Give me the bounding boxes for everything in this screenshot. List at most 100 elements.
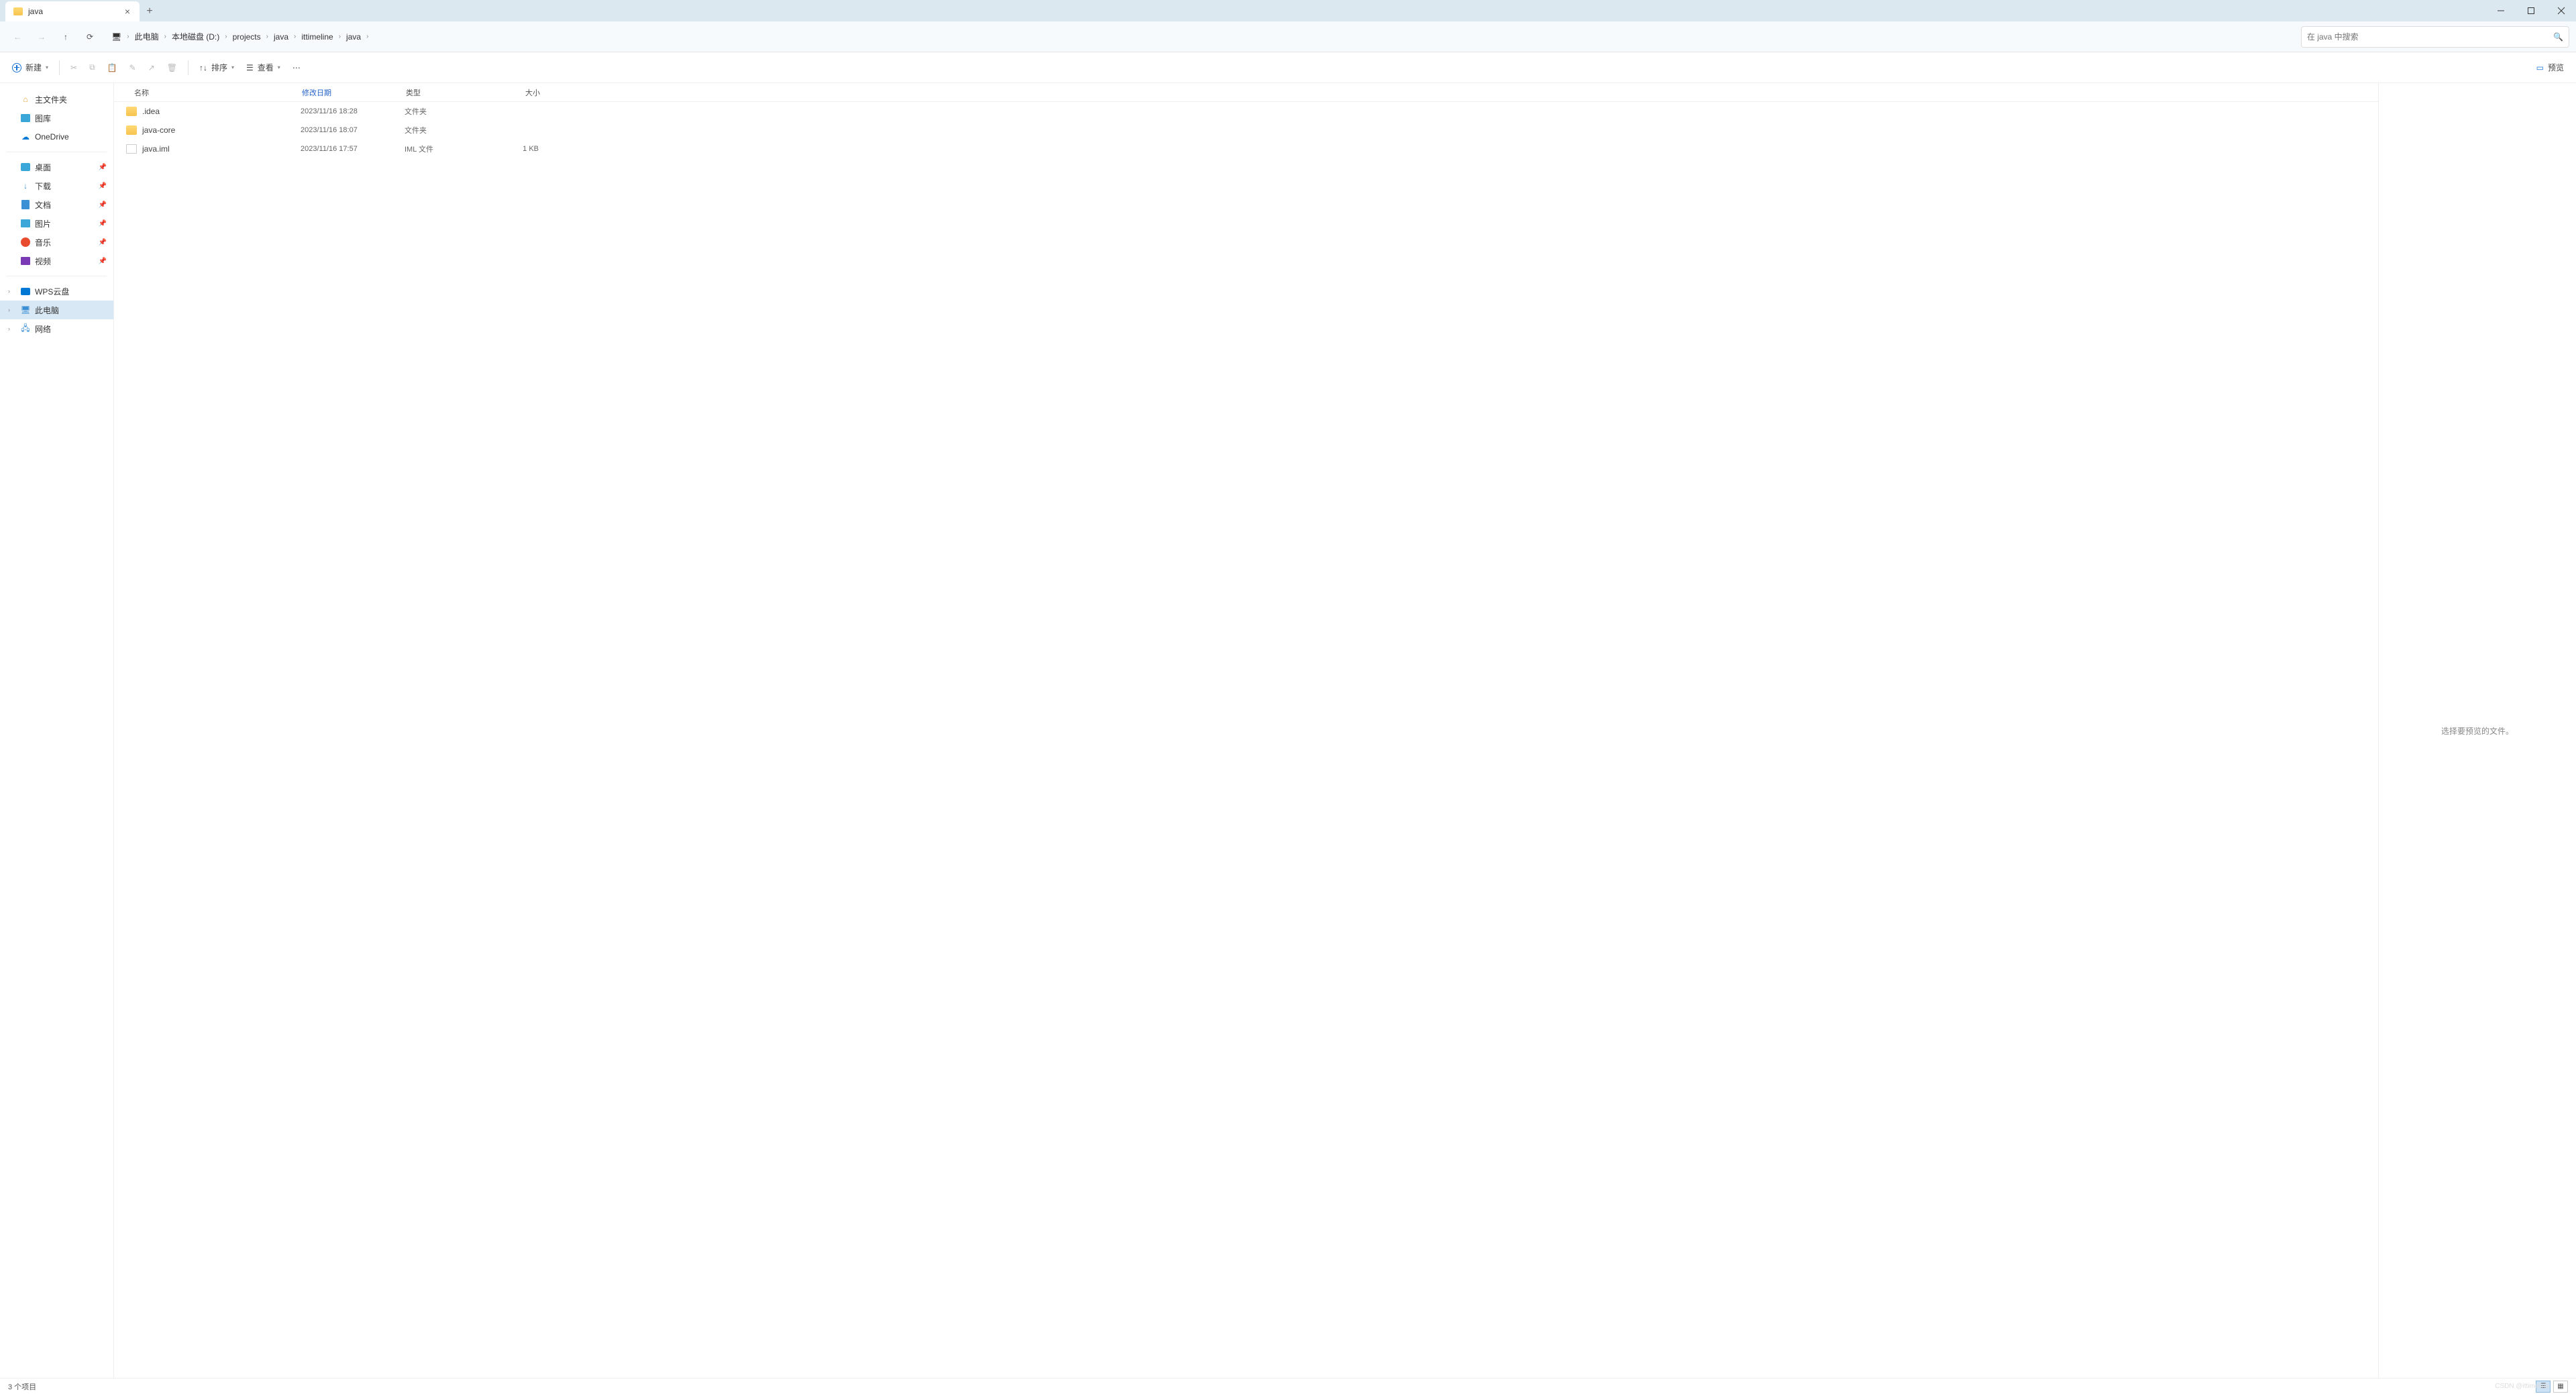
pictures-icon <box>20 218 31 229</box>
view-button[interactable]: ☰ 查看 ▾ <box>241 57 286 78</box>
search-input[interactable] <box>2307 32 2553 42</box>
main-area: ⌂主文件夹 图库 ☁OneDrive 桌面📌 ↓下载📌 文档📌 图片📌 音乐📌 … <box>0 83 2576 1378</box>
crumb-java2[interactable]: java <box>342 32 365 42</box>
view-icon: ☰ <box>246 63 254 72</box>
tab-close-button[interactable]: × <box>122 6 133 17</box>
refresh-button[interactable]: ⟳ <box>79 26 101 48</box>
sort-icon: ↑↓ <box>199 63 207 72</box>
preview-label: 预览 <box>2548 62 2564 73</box>
more-icon: ⋯ <box>292 63 301 72</box>
new-button[interactable]: 新建 ▾ <box>7 57 54 78</box>
file-size: 1 KB <box>492 145 552 153</box>
expand-icon[interactable]: › <box>8 325 10 332</box>
folder-icon <box>13 7 23 15</box>
gallery-icon <box>20 113 31 123</box>
sidebar-network[interactable]: ›🖧网络 <box>0 319 113 338</box>
sidebar-documents[interactable]: 文档📌 <box>0 195 113 214</box>
file-name: .idea <box>142 107 301 116</box>
file-type: IML 文件 <box>405 144 492 154</box>
expand-icon[interactable]: › <box>8 288 10 294</box>
share-button[interactable]: ↗ <box>143 57 160 78</box>
crumb-projects[interactable]: projects <box>229 32 265 42</box>
window-tab[interactable]: java × <box>5 1 140 21</box>
sort-label: 排序 <box>211 62 227 73</box>
icons-view-toggle[interactable]: ▦ <box>2553 1381 2568 1393</box>
chevron-right-icon: › <box>223 33 228 40</box>
paste-button[interactable]: 📋 <box>102 57 123 78</box>
preview-icon: ▭ <box>2536 63 2544 72</box>
item-count: 3 个项目 <box>8 1381 36 1392</box>
toolbar: 新建 ▾ ✂ ⧉ 📋 ✎ ↗ 🗑 ↑↓ 排序 ▾ ☰ 查看 ▾ ⋯ ▭ 预览 <box>0 52 2576 83</box>
details-view-toggle[interactable]: ☰ <box>2536 1381 2551 1393</box>
crumb-thispc[interactable]: 此电脑 <box>131 31 163 42</box>
document-icon <box>20 199 31 210</box>
sort-button[interactable]: ↑↓ 排序 ▾ <box>194 57 239 78</box>
copy-button[interactable]: ⧉ <box>84 57 101 78</box>
sidebar-onedrive[interactable]: ☁OneDrive <box>0 127 113 146</box>
share-icon: ↗ <box>148 63 155 72</box>
title-bar: java × + <box>0 0 2576 21</box>
back-button[interactable]: ← <box>7 26 28 48</box>
onedrive-icon: ☁ <box>20 131 31 142</box>
file-icon <box>126 144 137 154</box>
file-date: 2023/11/16 18:07 <box>301 126 405 134</box>
caret-down-icon: ▾ <box>46 64 48 70</box>
sidebar-videos[interactable]: 视频📌 <box>0 252 113 270</box>
search-box[interactable]: 🔍 <box>2301 26 2569 48</box>
expand-icon[interactable]: › <box>8 307 10 313</box>
delete-button[interactable]: 🗑 <box>162 57 182 78</box>
paste-icon: 📋 <box>107 63 117 72</box>
sidebar-desktop[interactable]: 桌面📌 <box>0 158 113 176</box>
file-type: 文件夹 <box>405 106 492 117</box>
pin-icon: 📌 <box>99 220 107 227</box>
column-type[interactable]: 类型 <box>406 87 493 98</box>
file-row[interactable]: java-core2023/11/16 18:07文件夹 <box>114 121 2378 140</box>
trash-icon: 🗑 <box>167 63 177 72</box>
sidebar-downloads[interactable]: ↓下载📌 <box>0 176 113 195</box>
up-button[interactable]: ↑ <box>55 26 76 48</box>
sidebar-home[interactable]: ⌂主文件夹 <box>0 90 113 109</box>
close-button[interactable] <box>2546 0 2576 21</box>
file-row[interactable]: java.iml2023/11/16 17:57IML 文件1 KB <box>114 140 2378 158</box>
tab-title: java <box>28 7 43 16</box>
chevron-right-icon: › <box>265 33 270 40</box>
preview-toggle[interactable]: ▭ 预览 <box>2531 57 2569 78</box>
download-icon: ↓ <box>20 180 31 191</box>
forward-button[interactable]: → <box>31 26 52 48</box>
cloud-icon <box>20 286 31 297</box>
pin-icon: 📌 <box>99 258 107 265</box>
more-button[interactable]: ⋯ <box>287 57 306 78</box>
chevron-right-icon: › <box>163 33 168 40</box>
rename-button[interactable]: ✎ <box>124 57 142 78</box>
cut-button[interactable]: ✂ <box>65 57 83 78</box>
column-date[interactable]: 修改日期 <box>302 87 406 98</box>
crumb-ittimeline[interactable]: ittimeline <box>297 32 337 42</box>
search-icon[interactable]: 🔍 <box>2553 32 2563 42</box>
file-row[interactable]: .idea2023/11/16 18:28文件夹 <box>114 102 2378 121</box>
video-icon <box>20 256 31 266</box>
pin-icon: 📌 <box>99 201 107 209</box>
new-tab-button[interactable]: + <box>140 1 160 21</box>
maximize-button[interactable] <box>2516 0 2546 21</box>
folder-icon <box>126 107 137 116</box>
music-icon <box>20 237 31 248</box>
chevron-right-icon: › <box>337 33 342 40</box>
column-size[interactable]: 大小 <box>493 87 553 98</box>
desktop-icon <box>20 162 31 172</box>
new-label: 新建 <box>25 62 42 73</box>
sidebar-wps[interactable]: ›WPS云盘 <box>0 282 113 301</box>
column-name[interactable]: 名称 <box>114 87 302 98</box>
home-icon: ⌂ <box>20 94 31 105</box>
pin-icon: 📌 <box>99 239 107 246</box>
window-controls <box>2485 0 2576 21</box>
chevron-right-icon: › <box>125 33 130 40</box>
file-date: 2023/11/16 17:57 <box>301 145 405 153</box>
minimize-button[interactable] <box>2485 0 2516 21</box>
sidebar-pictures[interactable]: 图片📌 <box>0 214 113 233</box>
sidebar-gallery[interactable]: 图库 <box>0 109 113 127</box>
crumb-drive[interactable]: 本地磁盘 (D:) <box>168 31 223 42</box>
breadcrumb-pc-icon[interactable]: 🖥 <box>107 32 125 42</box>
crumb-java1[interactable]: java <box>270 32 292 42</box>
sidebar-thispc[interactable]: ›🖥此电脑 <box>0 301 113 319</box>
sidebar-music[interactable]: 音乐📌 <box>0 233 113 252</box>
